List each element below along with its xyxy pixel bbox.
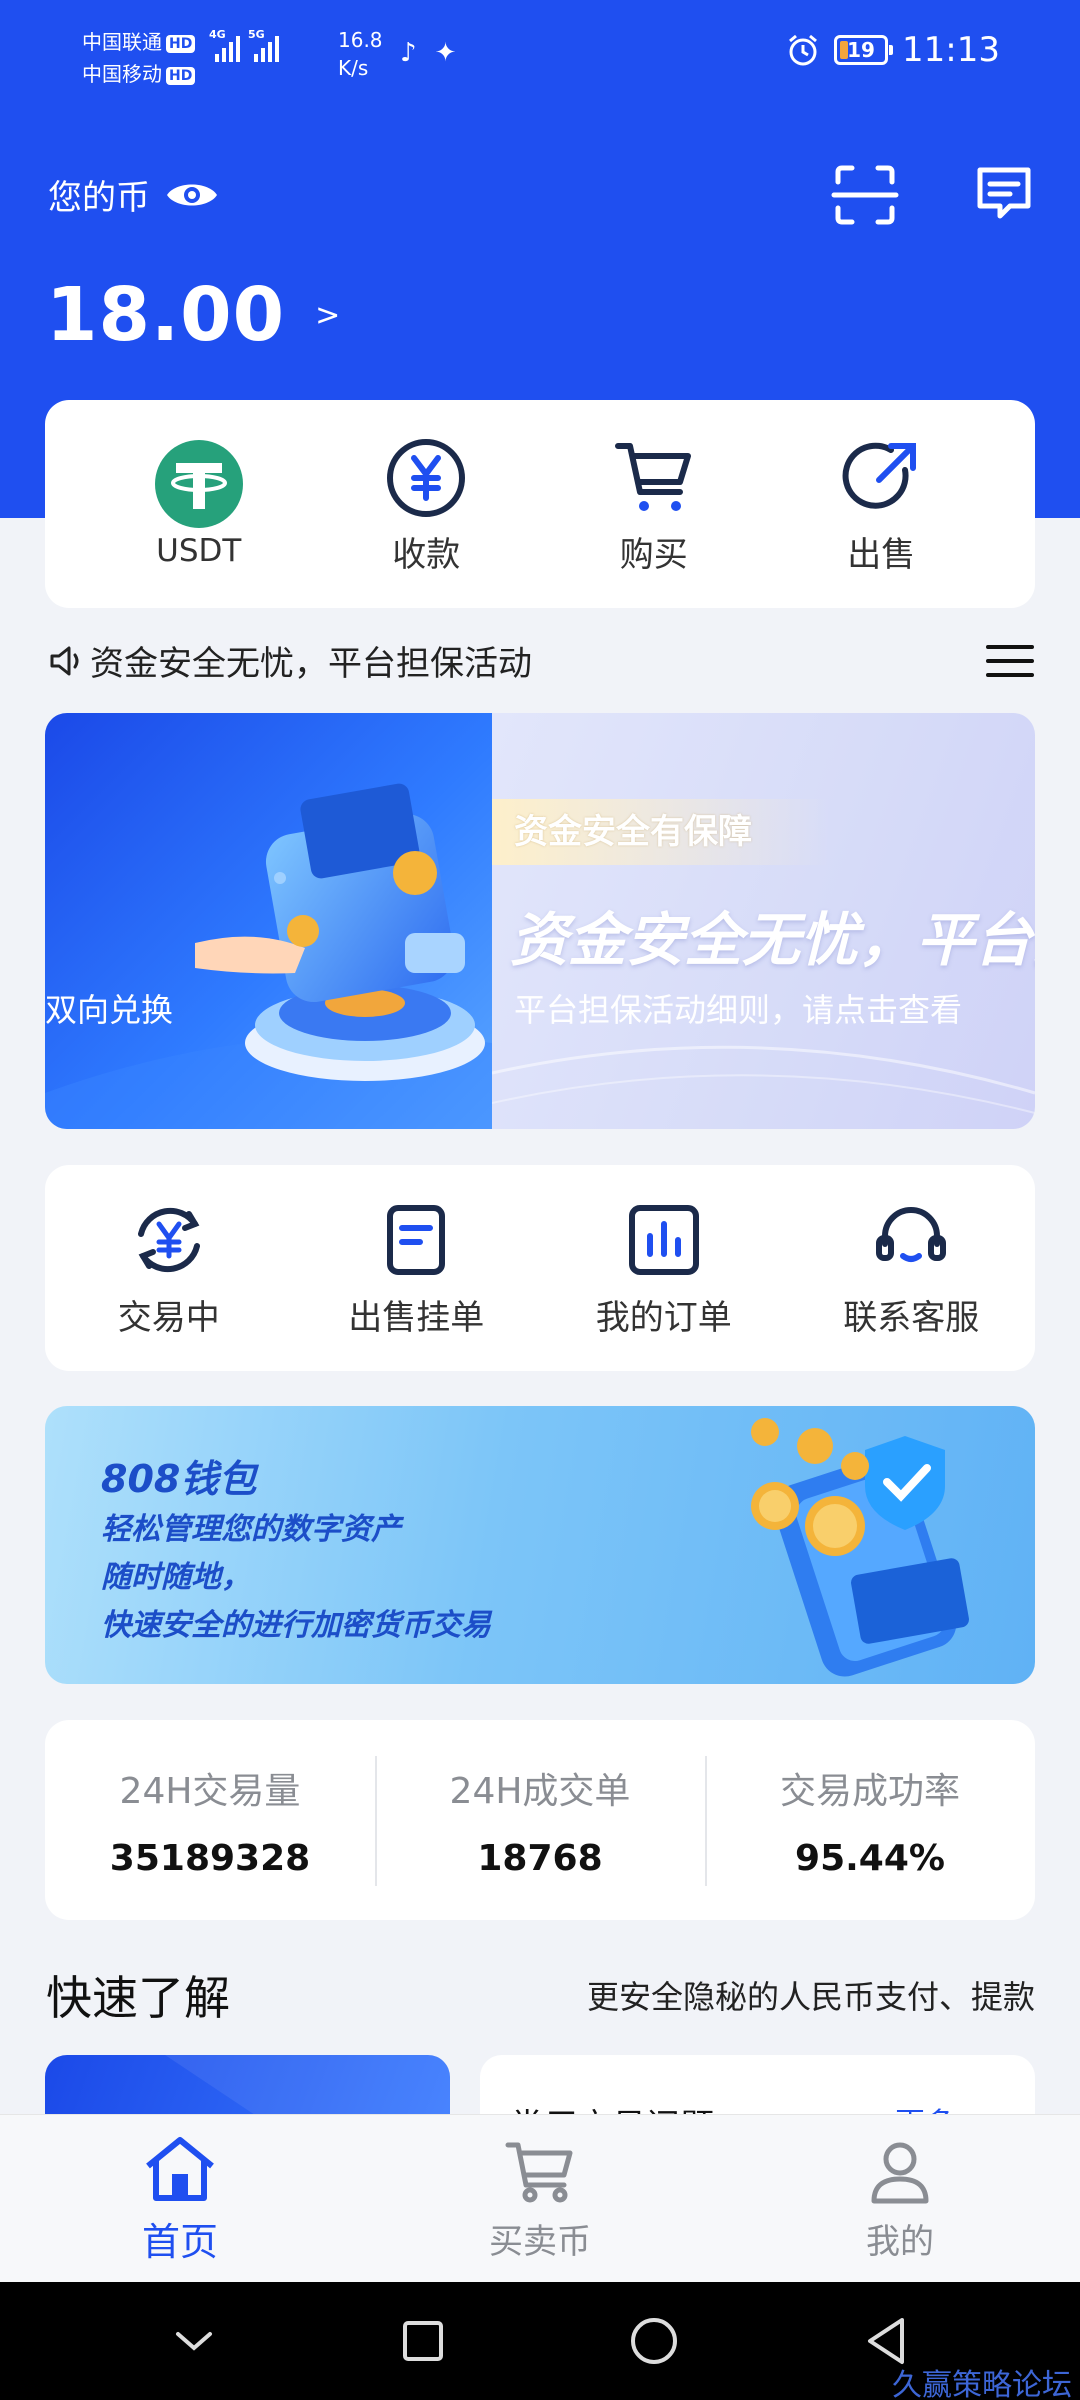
quick-actions-card: USDT 收款 购买 出售 [45, 400, 1035, 608]
notification-icons: ♪ ✦ [400, 38, 456, 68]
signal-icons: 4G 5G [209, 28, 279, 62]
network-speed: 16.8 K/s [338, 28, 383, 80]
wallet-promo-banner[interactable]: 808钱包 轻松管理您的数字资产 随时随地， 快速安全的进行加密货币交易 [45, 1406, 1035, 1684]
tab-home-label: 首页 [141, 2220, 218, 2264]
section-title: 快速了解 [46, 1971, 230, 2025]
trading-button[interactable]: 交易中 [64, 1198, 274, 1339]
stats-card: 24H交易量 35189328 24H成交单 18768 交易成功率 95.44… [45, 1720, 1035, 1920]
tab-trade[interactable]: 买卖币 [360, 2115, 720, 2282]
document-icon [387, 1204, 446, 1275]
stat-volume: 24H交易量 35189328 [45, 1720, 375, 1920]
my-orders-label: 我的订单 [595, 1297, 732, 1338]
promo-title: 808钱包 [101, 1457, 257, 1501]
speaker-icon [50, 646, 79, 675]
clock: 11:13 [902, 30, 1000, 70]
buy-button[interactable]: 购买 [564, 433, 744, 576]
banner-slide-current: 资金安全有保障 资金安全无忧，平台担 平台担保活动细则，请点击查看 [492, 713, 1035, 1129]
usdt-icon [154, 440, 243, 528]
promo-banner-carousel[interactable]: 双向兑换 资金安全有保障 资金安全无忧，平台担 平台担保活动细则，请点击查看 [45, 713, 1035, 1129]
exchange-yuan-icon [137, 1207, 200, 1272]
coins-shield-illustration [751, 1418, 969, 1677]
tab-profile[interactable]: 我的 [720, 2115, 1080, 2282]
tab-trade-label: 买卖币 [489, 2222, 591, 2262]
my-orders-button[interactable]: 我的订单 [559, 1198, 769, 1339]
cart-icon [505, 2142, 573, 2203]
customer-service-label: 联系客服 [843, 1297, 980, 1338]
sell-orders-label: 出售挂单 [348, 1297, 485, 1338]
cart-icon [614, 442, 691, 511]
yuan-circle-icon [387, 438, 466, 517]
stat-label: 24H成交单 [449, 1770, 631, 1812]
bar-chart-icon [628, 1204, 699, 1275]
status-right: 19 11:13 [786, 30, 1000, 70]
balance-amount[interactable]: 18.00 > [46, 272, 341, 358]
eye-icon[interactable] [164, 177, 220, 213]
person-icon [871, 2142, 929, 2204]
banner-slide-previous: 双向兑换 [45, 713, 492, 1129]
banner-tag: 资金安全有保障 [492, 799, 832, 865]
sell-orders-button[interactable]: 出售挂单 [311, 1198, 521, 1339]
home-circle-icon[interactable] [629, 2316, 679, 2366]
stat-value: 35189328 [109, 1837, 311, 1879]
recent-apps-icon[interactable] [401, 2319, 445, 2363]
tab-profile-label: 我的 [866, 2222, 934, 2262]
alarm-icon [789, 34, 817, 66]
usdt-button[interactable]: USDT [109, 439, 289, 569]
carrier-info: 中国联通 HD 中国移动 HD [82, 26, 196, 90]
tab-home[interactable]: 首页 [0, 2115, 360, 2282]
carrier-2: 中国移动 [82, 62, 162, 86]
signal-bars-icon: 4G [209, 28, 240, 62]
buy-label: 购买 [619, 534, 688, 575]
customer-service-button[interactable]: 联系客服 [806, 1198, 1016, 1339]
banner-title: 资金安全无忧，平台担 [510, 906, 1035, 974]
notice-bar[interactable]: 资金安全无忧，平台担保活动 [48, 636, 1034, 685]
sell-button[interactable]: 出售 [791, 433, 971, 576]
scan-icon [831, 165, 899, 225]
usdt-label: USDT [156, 533, 242, 569]
hd-badge: HD [166, 34, 196, 53]
scan-button[interactable] [830, 160, 900, 230]
receive-label: 收款 [392, 534, 461, 575]
promo-description: 轻松管理您的数字资产 随时随地， 快速安全的进行加密货币交易 [101, 1512, 491, 1643]
banner-prev-text: 双向兑换 [45, 991, 174, 1029]
services-card: 交易中 出售挂单 我的订单 联系客服 [45, 1165, 1035, 1371]
section-subtitle[interactable]: 更安全隐秘的人民币支付、提款 [587, 1972, 1035, 2018]
bottom-tab-bar: 首页 买卖币 我的 [0, 2114, 1080, 2282]
banner-subtitle: 平台担保活动细则，请点击查看 [514, 991, 963, 1029]
carrier-1: 中国联通 [82, 30, 162, 54]
message-button[interactable] [972, 160, 1042, 230]
stat-value: 18768 [477, 1837, 603, 1879]
collapse-chevron-icon[interactable] [172, 2326, 216, 2356]
stat-label: 24H交易量 [119, 1770, 301, 1812]
receive-button[interactable]: 收款 [336, 433, 516, 576]
battery-icon: 19 [834, 35, 894, 65]
stat-orders: 24H成交单 18768 [375, 1720, 705, 1920]
stat-label: 交易成功率 [779, 1770, 960, 1812]
home-icon [146, 2137, 214, 2201]
sell-label: 出售 [847, 534, 916, 575]
back-icon[interactable] [864, 2316, 908, 2366]
headset-icon [876, 1206, 947, 1262]
message-icon [977, 167, 1031, 219]
sell-arrow-icon [842, 442, 917, 509]
balance-chevron: > [315, 297, 342, 333]
balance-label: 您的币 [48, 170, 220, 219]
signal-bars-icon: 5G [248, 28, 279, 62]
wallet-illustration [45, 783, 492, 1129]
stat-value: 95.44% [795, 1837, 945, 1879]
trading-label: 交易中 [117, 1297, 220, 1338]
status-bar: 中国联通 HD 中国移动 HD 4G 5G 16.8 K/s ♪ ✦ 19 11:1… [0, 0, 1080, 110]
menu-icon[interactable] [986, 643, 1034, 679]
notice-text: 资金安全无忧，平台担保活动 [90, 644, 532, 684]
alipay-icon: ✦ [434, 38, 457, 68]
stat-success-rate: 交易成功率 95.44% [705, 1720, 1035, 1920]
hd-badge: HD [166, 66, 196, 85]
watermark: 久赢策略论坛 [892, 2368, 1072, 2400]
music-icon: ♪ [400, 38, 417, 68]
